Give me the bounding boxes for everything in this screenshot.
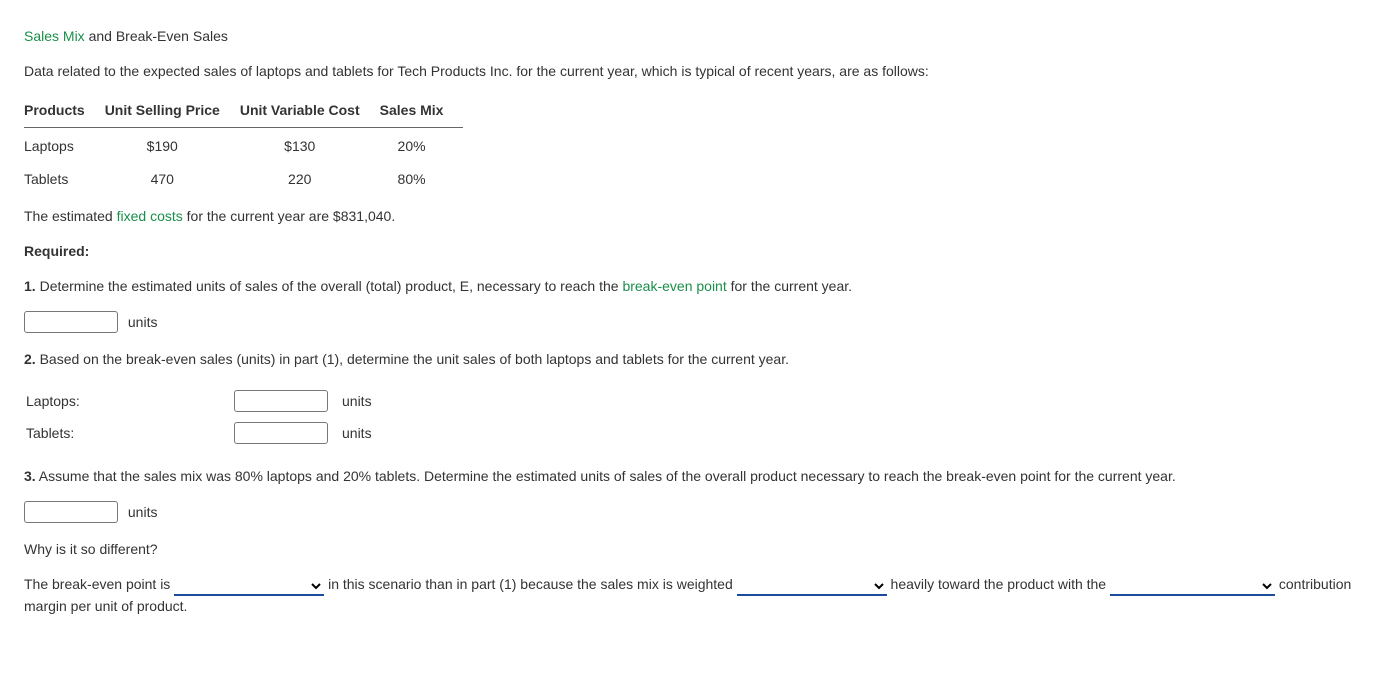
cell-cost: $130: [240, 128, 380, 162]
q1-number: 1.: [24, 278, 36, 294]
q2-tablets-input[interactable]: [234, 422, 328, 444]
sentence-part-2: in this scenario than in part (1) becaus…: [328, 576, 737, 592]
q3-dropdown-1[interactable]: [174, 576, 324, 596]
q3-why-text: Why is it so different?: [24, 539, 1357, 560]
q2-number: 2.: [24, 351, 36, 367]
q2-tablets-label: Tablets:: [26, 423, 226, 444]
intro-text: Data related to the expected sales of la…: [24, 61, 1357, 82]
question-2: 2. Based on the break-even sales (units)…: [24, 349, 1357, 370]
q3-dropdown-2[interactable]: [737, 576, 887, 596]
q1-answer-input[interactable]: [24, 311, 118, 333]
q2-laptops-units: units: [342, 393, 372, 409]
fixed-costs-link[interactable]: fixed costs: [117, 208, 183, 224]
question-3: 3. Assume that the sales mix was 80% lap…: [24, 466, 1357, 487]
q3-answer-input[interactable]: [24, 501, 118, 523]
cell-mix: 80%: [380, 161, 464, 194]
cell-product: Tablets: [24, 161, 105, 194]
cell-price: $190: [105, 128, 240, 162]
products-table: Products Unit Selling Price Unit Variabl…: [24, 96, 463, 194]
q1-units-label: units: [128, 314, 158, 330]
page-title: Sales Mix and Break-Even Sales: [24, 26, 1357, 47]
table-row: Laptops $190 $130 20%: [24, 128, 463, 162]
title-link[interactable]: Sales Mix: [24, 28, 85, 44]
fixed-costs-text: The estimated fixed costs for the curren…: [24, 206, 1357, 227]
table-header-row: Products Unit Selling Price Unit Variabl…: [24, 96, 463, 128]
required-label: Required:: [24, 241, 1357, 262]
cell-mix: 20%: [380, 128, 464, 162]
cell-price: 470: [105, 161, 240, 194]
q2-tablets-units: units: [342, 425, 372, 441]
header-mix: Sales Mix: [380, 96, 464, 128]
header-products: Products: [24, 96, 105, 128]
q2-row-laptops: Laptops: units: [26, 386, 378, 416]
cell-product: Laptops: [24, 128, 105, 162]
q2-row-tablets: Tablets: units: [26, 418, 378, 448]
q2-laptops-input[interactable]: [234, 390, 328, 412]
sentence-part-3: heavily toward the product with the: [891, 576, 1110, 592]
header-price: Unit Selling Price: [105, 96, 240, 128]
q2-inputs-table: Laptops: units Tablets: units: [24, 384, 380, 450]
q3-units-label: units: [128, 504, 158, 520]
header-cost: Unit Variable Cost: [240, 96, 380, 128]
break-even-link[interactable]: break-even point: [622, 278, 726, 294]
q3-dropdown-3[interactable]: [1110, 576, 1275, 596]
question-1: 1. Determine the estimated units of sale…: [24, 276, 1357, 297]
q2-laptops-label: Laptops:: [26, 391, 226, 412]
sentence-part-1: The break-even point is: [24, 576, 174, 592]
table-row: Tablets 470 220 80%: [24, 161, 463, 194]
q3-number: 3.: [24, 468, 36, 484]
title-rest: and Break-Even Sales: [85, 28, 228, 44]
q3-sentence: The break-even point is in this scenario…: [24, 574, 1357, 617]
cell-cost: 220: [240, 161, 380, 194]
